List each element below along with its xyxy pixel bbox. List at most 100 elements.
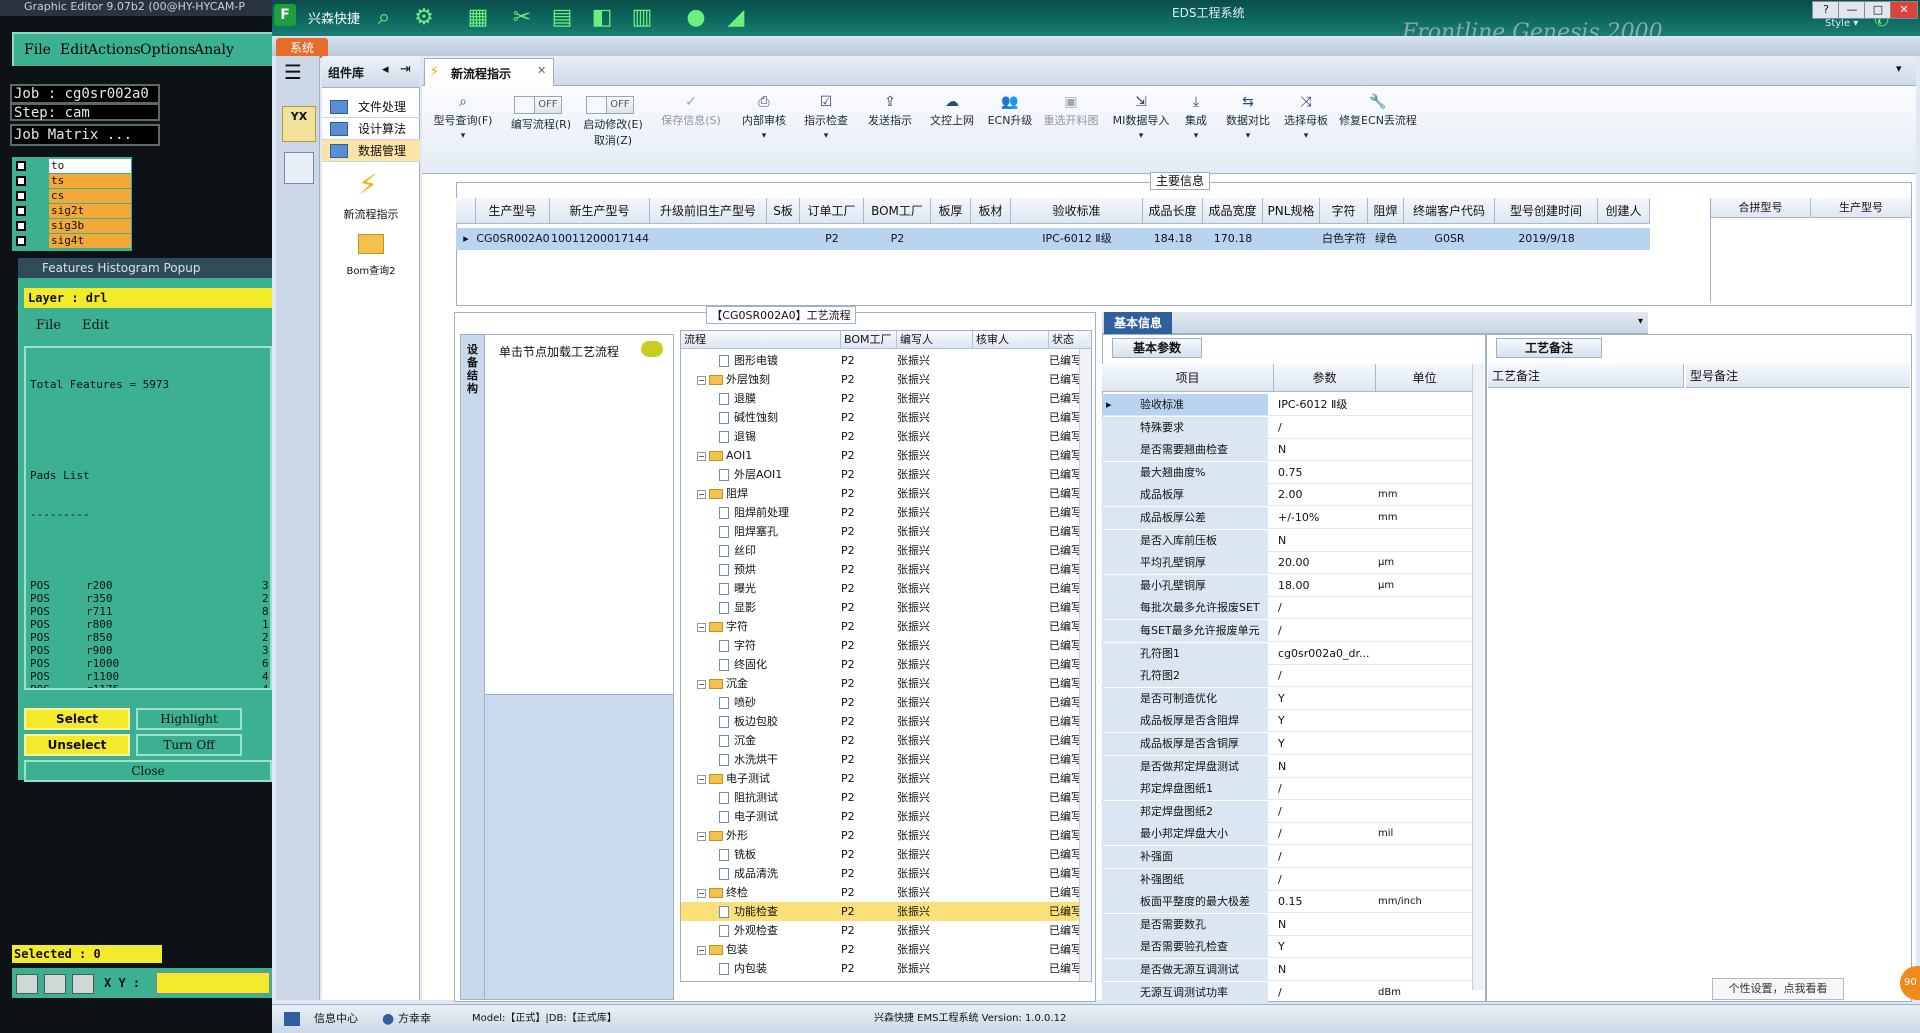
main-info-col[interactable]: PNL规格 xyxy=(1263,198,1320,224)
nav-data-management[interactable]: 数据管理 xyxy=(322,140,420,162)
tree-row[interactable]: 丝印 P2 张振兴 已编写 xyxy=(681,541,1085,560)
cancel-label[interactable]: 取消(Z) xyxy=(594,134,632,147)
main-info-cell[interactable]: P2 xyxy=(800,228,864,250)
tree-node[interactable]: 水洗烘干 xyxy=(719,750,778,769)
param-row[interactable]: 最小孔壁铜厚 18.00 μm xyxy=(1102,574,1472,597)
layer-checkbox[interactable] xyxy=(16,236,26,246)
tree-row[interactable]: 水洗烘干 P2 张振兴 已编写 xyxy=(681,750,1085,769)
param-row[interactable]: 补强面 / xyxy=(1102,846,1472,868)
main-info-col[interactable]: 终端客户代码 xyxy=(1404,198,1495,224)
main-info-cell[interactable]: 10011200017144 xyxy=(550,228,650,250)
collapse-icon[interactable]: − xyxy=(697,945,706,955)
btn-internal-review[interactable]: ⎙ 内部审核 ▾ xyxy=(734,94,794,164)
btn-mi-import[interactable]: ⇲ MI数据导入 ▾ xyxy=(1108,94,1174,164)
xy-input[interactable] xyxy=(156,972,270,994)
tree-row[interactable]: 内包装 P2 张振兴 已编写 xyxy=(681,959,1085,978)
main-info-cell[interactable]: 184.18 xyxy=(1143,228,1203,250)
main-info-col[interactable]: 板材 xyxy=(971,198,1011,224)
tree-row[interactable]: 外观检查 P2 张振兴 已编写 xyxy=(681,921,1085,940)
param-row[interactable]: 特殊要求 / xyxy=(1102,416,1472,439)
tree-row[interactable]: − 沉金 P2 张振兴 已编写 xyxy=(681,674,1085,693)
main-info-col[interactable]: 升级前旧生产型号 xyxy=(650,198,767,224)
param-row[interactable]: 成品板厚是否含阻焊 Y xyxy=(1102,710,1472,733)
main-info-col[interactable]: BOM工厂 xyxy=(864,198,931,224)
tree-node[interactable]: 退锡 xyxy=(719,427,756,446)
chart-icon[interactable]: ◢ xyxy=(722,5,750,31)
collapse-icon[interactable]: − xyxy=(697,622,706,632)
tree-node[interactable]: 外观检查 xyxy=(719,921,778,940)
layer-row[interactable]: sig2t xyxy=(14,204,132,218)
tool-new-process[interactable]: 新流程指示 xyxy=(322,206,420,222)
btn-select-motherboard[interactable]: ⤨ 选择母板 ▾ xyxy=(1278,94,1334,164)
tree-node[interactable]: 阻抗测试 xyxy=(719,788,778,807)
tree-node[interactable]: 阻焊塞孔 xyxy=(719,522,778,541)
popup-menu-edit[interactable]: Edit xyxy=(82,318,109,333)
grid-tool-icon[interactable] xyxy=(72,974,94,994)
scissors-icon[interactable]: ✂ xyxy=(508,5,536,31)
style-label[interactable]: Style ▾ xyxy=(1825,18,1858,29)
btn-start-modify[interactable]: 启动修改(E) 取消(Z) xyxy=(574,116,652,186)
tree-row[interactable]: 终固化 P2 张振兴 已编写 xyxy=(681,655,1085,674)
layer-row[interactable]: sig3b xyxy=(14,219,132,233)
collapse-icon[interactable]: − xyxy=(697,375,706,385)
param-scrollbar[interactable] xyxy=(1472,364,1484,990)
tree-row[interactable]: 曝光 P2 张振兴 已编写 xyxy=(681,579,1085,598)
basic-params-tab[interactable]: 基本参数 xyxy=(1112,338,1202,358)
tree-node[interactable]: 终固化 xyxy=(719,655,767,674)
tree-node[interactable]: 显影 xyxy=(719,598,756,617)
search-icon[interactable]: ⌕ xyxy=(370,5,398,31)
tree-node[interactable]: 成品清洗 xyxy=(719,864,778,883)
param-row[interactable]: 板面平整度的最大极差 0.15 mm/inch xyxy=(1102,891,1472,914)
btn-instruction-check[interactable]: ☑ 指示检查 ▾ xyxy=(796,94,856,164)
tree-row[interactable]: 电子测试 P2 张振兴 已编写 xyxy=(681,807,1085,826)
main-info-col[interactable]: 字符 xyxy=(1320,198,1368,224)
param-row[interactable]: 成品板厚公差 +/-10% mm xyxy=(1102,507,1472,529)
main-info-col[interactable]: 验收标准 xyxy=(1011,198,1143,224)
main-info-col[interactable]: 新生产型号 xyxy=(550,198,650,224)
param-row[interactable]: 是否需要翘曲检查 N xyxy=(1102,439,1472,462)
main-info-col[interactable]: S板 xyxy=(767,198,800,224)
menu-file[interactable]: File xyxy=(24,42,51,58)
param-row[interactable]: 每批次最多允许报废SET / xyxy=(1102,597,1472,620)
param-row[interactable]: 是否需要数孔 N xyxy=(1102,913,1472,936)
main-info-col[interactable]: 型号创建时间 xyxy=(1495,198,1598,224)
param-row[interactable]: 邦定焊盘图纸1 / xyxy=(1102,778,1472,801)
param-row[interactable]: 孔符图2 / xyxy=(1102,665,1472,688)
main-info-col[interactable]: 成品长度 xyxy=(1143,198,1203,224)
btn-repair-ecn[interactable]: 🔧 修复ECN丢流程 xyxy=(1336,94,1420,164)
select-button[interactable]: Select xyxy=(24,708,130,730)
menu-icon[interactable]: ☰ xyxy=(284,62,302,82)
table-icon[interactable]: ▥ xyxy=(628,5,656,31)
collapse-icon[interactable]: − xyxy=(697,888,706,898)
close-button[interactable]: Close xyxy=(24,760,272,782)
yx-icon[interactable]: YX xyxy=(282,106,316,142)
param-row[interactable]: 最小邦定焊盘大小 / mil xyxy=(1102,823,1472,846)
tree-node[interactable]: 退膜 xyxy=(719,389,756,408)
param-row[interactable]: 每SET最多允许报废单元 / xyxy=(1102,620,1472,642)
layer-checkbox[interactable] xyxy=(16,176,26,186)
tree-node[interactable]: − 外形 xyxy=(697,826,748,845)
nav-file-processing[interactable]: 文件处理 xyxy=(322,96,420,118)
layer-checkbox[interactable] xyxy=(16,161,26,171)
btn-send-instruction[interactable]: ⇪ 发送指示 xyxy=(860,94,920,164)
param-row[interactable]: 是否需要验孔检查 Y xyxy=(1102,936,1472,959)
tree-row[interactable]: 图形电镀 P2 张振兴 已编写 xyxy=(681,351,1085,370)
main-info-cell[interactable] xyxy=(650,228,767,250)
btn-reselect-cutting[interactable]: ▣ 重选开料图 xyxy=(1038,94,1104,164)
windows-icon[interactable] xyxy=(284,1012,300,1026)
tree-row[interactable]: − 终检 P2 张振兴 已编写 xyxy=(681,883,1085,902)
main-info-cell[interactable]: P2 xyxy=(864,228,931,250)
btn-write-flow[interactable]: 编写流程(R) xyxy=(502,116,580,186)
tree-node[interactable]: 碱性蚀刻 xyxy=(719,408,778,427)
param-row[interactable]: 是否做无源互调测试 N xyxy=(1102,959,1472,981)
maximize-button[interactable]: □ xyxy=(1864,1,1892,19)
tree-node[interactable]: 喷砂 xyxy=(719,693,756,712)
layer-row[interactable]: sig4t xyxy=(14,234,132,248)
help-icon[interactable]: ? xyxy=(1812,1,1840,19)
main-info-col[interactable]: 生产型号 xyxy=(476,198,550,224)
tree-row[interactable]: 碱性蚀刻 P2 张振兴 已编写 xyxy=(681,408,1085,427)
tree-row[interactable]: 显影 P2 张振兴 已编写 xyxy=(681,598,1085,617)
toggle-start-modify[interactable]: OFF xyxy=(586,96,634,114)
collapse-icon[interactable]: − xyxy=(697,831,706,841)
layer-row[interactable]: ts xyxy=(14,174,132,188)
